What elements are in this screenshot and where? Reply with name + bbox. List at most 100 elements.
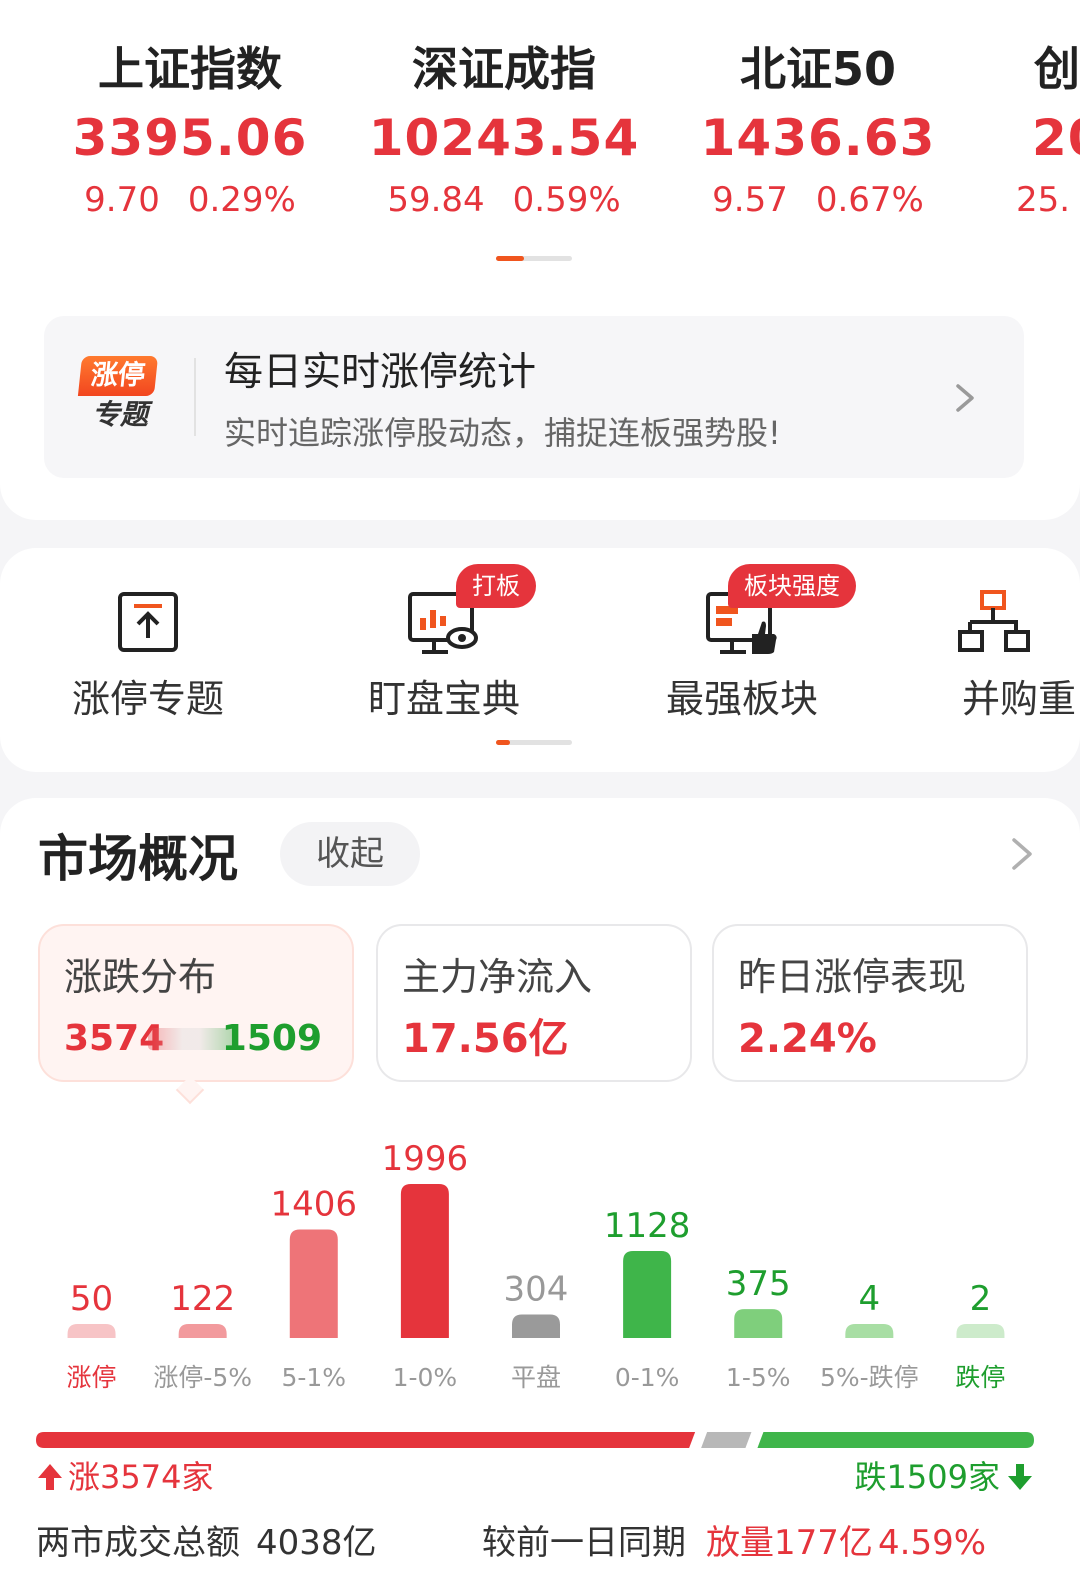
index-name: 创 <box>1034 42 1080 96</box>
chart-value-label: 1128 <box>604 1206 691 1246</box>
chart-category-label: 1-5% <box>726 1363 791 1392</box>
chevron-right-icon <box>956 384 974 412</box>
ticker-scroll-indicator <box>496 256 572 261</box>
chart-bar <box>956 1324 1005 1338</box>
turnover-label: 两市成交总额 <box>36 1523 240 1563</box>
index-item-chinext-partial[interactable]: 创 20 25. <box>1016 34 1080 228</box>
down-total-label: 跌1509家 <box>854 1458 1000 1496</box>
index-change-pct: 0.59% <box>512 180 621 220</box>
stat-label: 昨日涨停表现 <box>738 955 967 999</box>
upload-box-icon <box>118 592 178 652</box>
tab-main-net-inflow[interactable]: 主力净流入 17.56亿 <box>376 924 692 1082</box>
stat-value: 2.24% <box>738 1016 877 1062</box>
chart-category-label: 0-1% <box>615 1363 680 1392</box>
compare-label: 较前一日同期 <box>482 1523 686 1563</box>
chart-category-label: 涨停 <box>67 1363 117 1392</box>
chart-value-label: 1996 <box>382 1139 469 1179</box>
index-change-pct: 0.29% <box>187 180 296 220</box>
stat-value: 17.56亿 <box>402 1016 569 1062</box>
index-item-bse50[interactable]: 北证50 1436.63 9.57 0.67% <box>668 34 968 228</box>
volume-change: 放量177亿 <box>706 1523 873 1563</box>
nav-label: 最强板块 <box>665 677 818 721</box>
chart-bar <box>67 1324 116 1338</box>
limit-up-topic-logo: 涨停 专题 <box>77 356 160 436</box>
down-count: 1509 <box>221 1018 322 1059</box>
chart-bar <box>512 1314 560 1338</box>
index-name: 上证指数 <box>98 42 282 96</box>
nav-label: 盯盘宝典 <box>367 677 520 721</box>
down-total: 跌1509家 <box>855 1454 1034 1500</box>
quick-nav-panel: 涨停专题 打板 盯盘宝典 板块强度 最强板块 并购重 <box>0 548 1080 772</box>
chart-category-label: 平盘 <box>511 1363 561 1392</box>
ratio-segment-flat <box>701 1432 752 1448</box>
index-ticker-panel: 上证指数 3395.06 9.70 0.29% 深证成指 10243.54 59.… <box>0 0 1080 520</box>
divider <box>194 358 196 436</box>
chart-bar <box>400 1184 449 1338</box>
nav-item-limit-up-topic[interactable]: 涨停专题 <box>38 574 258 724</box>
index-change-points: 9.57 <box>712 180 788 220</box>
stat-label: 涨跌分布 <box>64 955 217 999</box>
promo-title: 每日实时涨停统计 <box>224 350 537 395</box>
index-change: 9.70 0.29% <box>40 172 340 228</box>
chart-category-label: 涨停-5% <box>153 1363 252 1392</box>
index-change-points: 59.84 <box>387 180 485 220</box>
nav-badge-hot: 打板 <box>456 564 536 608</box>
up-down-distribution-chart: 50 涨停 122 涨停-5% 1406 5-1% 1996 1-0% 304 平盘 1128 0-1… <box>67 1139 1006 1392</box>
chart-value-label: 304 <box>504 1270 569 1310</box>
tab-yesterday-limit-up[interactable]: 昨日涨停表现 2.24% <box>712 924 1028 1082</box>
index-change-points: 25. <box>1016 180 1071 220</box>
section-title: 市场概况 <box>38 830 238 888</box>
index-name: 北证50 <box>739 42 896 96</box>
limit-up-promo-banner[interactable]: 涨停 专题 每日实时涨停统计 实时追踪涨停股动态，捕捉连板强势股! <box>44 316 1024 478</box>
chart-bar <box>623 1250 672 1338</box>
up-down-counts: 3574 1509 <box>64 1014 322 1064</box>
stat-label: 主力净流入 <box>402 955 593 999</box>
index-item-szse[interactable]: 深证成指 10243.54 59.84 0.59% <box>354 34 654 228</box>
logo-text-bottom: 专题 <box>91 398 148 431</box>
nav-scroll-indicator <box>496 740 572 745</box>
chart-category-label: 5-1% <box>281 1363 346 1392</box>
tab-up-down-distribution[interactable]: 涨跌分布 3574 1509 <box>38 924 354 1082</box>
chart-category-label: 1-0% <box>393 1363 458 1392</box>
index-change-points: 9.70 <box>84 180 160 220</box>
index-value: 20 <box>1032 109 1080 167</box>
chart-value-label: 50 <box>70 1279 113 1319</box>
arrow-down-icon <box>1008 1464 1032 1490</box>
chart-value-label: 1406 <box>271 1185 358 1225</box>
index-value: 10243.54 <box>368 109 640 167</box>
ratio-segment-up <box>36 1432 696 1448</box>
index-item-sse[interactable]: 上证指数 3395.06 9.70 0.29% <box>40 34 340 228</box>
chart-bar <box>845 1324 894 1338</box>
nav-scroll-thumb <box>496 740 510 745</box>
nav-label: 并购重 <box>962 677 1077 721</box>
collapse-button[interactable]: 收起 <box>280 822 420 886</box>
index-change-pct: 0.67% <box>815 180 924 220</box>
nav-badge-sector-strength: 板块强度 <box>728 564 856 608</box>
nav-label: 涨停专题 <box>71 677 224 721</box>
chevron-right-icon[interactable] <box>1002 832 1042 876</box>
up-total: 涨3574家 <box>36 1454 213 1500</box>
nav-item-watch-guide[interactable]: 打板 盯盘宝典 <box>334 564 554 724</box>
up-down-ratio-bar <box>36 1432 1034 1448</box>
org-chart-icon <box>958 590 1030 652</box>
nav-item-merger-partial[interactable]: 并购重 <box>930 574 1080 724</box>
chart-value-label: 4 <box>859 1279 881 1319</box>
chart-bar <box>734 1309 783 1338</box>
index-value: 3395.06 <box>72 109 308 167</box>
index-change: 25. <box>1016 172 1080 228</box>
chart-bar <box>178 1324 227 1338</box>
index-name: 深证成指 <box>412 42 596 96</box>
market-overview-panel: 市场概况 收起 涨跌分布 3574 1509 主力净流入 17.56亿 昨日涨停… <box>0 798 1080 1585</box>
index-change: 9.57 0.67% <box>668 172 968 228</box>
arrow-up-icon <box>38 1464 62 1490</box>
chart-value-label: 375 <box>726 1264 791 1304</box>
chart-value-label: 2 <box>970 1279 992 1319</box>
promo-subtitle: 实时追踪涨停股动态，捕捉连板强势股! <box>224 414 781 452</box>
index-value: 1436.63 <box>700 109 936 167</box>
chart-value-label: 122 <box>170 1279 235 1319</box>
logo-text-top: 涨停 <box>77 356 159 396</box>
chart-category-label: 跌停 <box>955 1363 1005 1392</box>
chart-bar <box>289 1229 338 1338</box>
nav-item-strongest-sector[interactable]: 板块强度 最强板块 <box>632 564 856 724</box>
turnover-value: 4038亿 <box>256 1523 377 1563</box>
